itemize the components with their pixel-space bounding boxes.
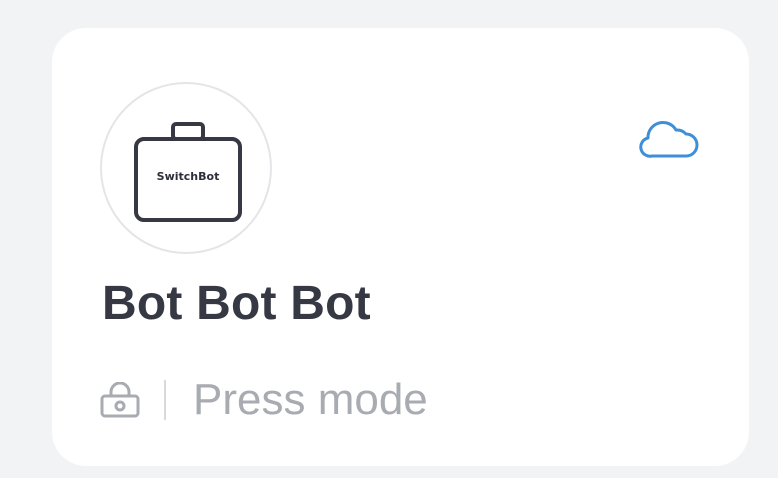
device-image: SwitchBot [100, 82, 272, 254]
device-card[interactable]: SwitchBot Bot Bot Bot Press mode [52, 28, 749, 466]
separator [164, 380, 166, 420]
cloud-icon[interactable] [638, 116, 700, 160]
device-brand-label: SwitchBot [156, 170, 220, 183]
mode-label: Press mode [193, 375, 428, 424]
lock-icon [100, 382, 140, 418]
device-name: Bot Bot Bot [102, 277, 371, 330]
